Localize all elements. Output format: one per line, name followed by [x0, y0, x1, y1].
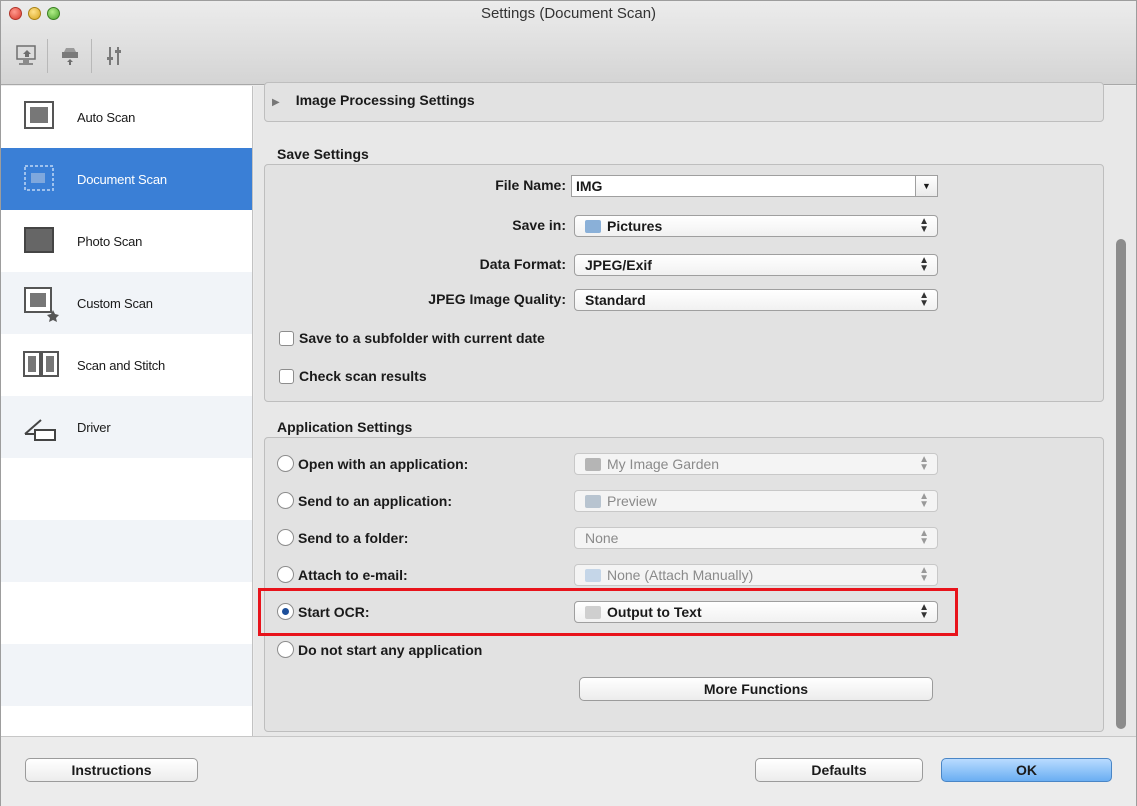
jpeg-quality-label: JPEG Image Quality: [428, 291, 566, 307]
jpeg-quality-popup[interactable]: Standard ▲ ▼ [574, 289, 938, 311]
radio-button[interactable] [277, 566, 294, 583]
data-format-label: Data Format: [479, 256, 566, 272]
sidebar-item-document-scan[interactable]: Document Scan [1, 148, 252, 210]
checkbox-box[interactable] [279, 330, 294, 346]
send-to-application-radio[interactable]: Send to an application: [277, 492, 452, 509]
preview-app-icon [585, 494, 601, 508]
auto-scan-icon [19, 95, 63, 139]
file-name-combobox[interactable]: IMG ▼ [571, 175, 938, 197]
sidebar-item-custom-scan[interactable]: Custom Scan [1, 272, 252, 334]
attach-to-email-value: None (Attach Manually) [607, 567, 754, 583]
sidebar-item-label: Scan and Stitch [77, 357, 166, 373]
toolbar-separator [47, 39, 48, 73]
up-down-arrows-icon: ▲ ▼ [919, 454, 929, 473]
subfolder-label: Save to a subfolder with current date [299, 330, 545, 346]
sidebar-empty-row [1, 582, 252, 644]
save-in-popup[interactable]: Pictures ▲ ▼ [574, 215, 938, 237]
up-down-arrows-icon: ▲ ▼ [919, 565, 929, 584]
checkbox-box[interactable] [279, 368, 294, 384]
check-scan-results-label: Check scan results [299, 368, 427, 384]
scan-and-stitch-icon [19, 343, 63, 387]
save-settings-title: Save Settings [277, 146, 369, 162]
send-to-application-label: Send to an application: [298, 492, 453, 509]
do-not-start-application-label: Do not start any application [298, 641, 483, 658]
send-to-folder-radio[interactable]: Send to a folder: [277, 529, 408, 546]
scan-type-sidebar: Auto Scan Document Scan Photo Scan Custo… [1, 86, 253, 736]
send-to-folder-value: None [585, 530, 619, 546]
sidebar-item-driver[interactable]: Driver [1, 396, 252, 458]
sidebar-item-auto-scan[interactable]: Auto Scan [1, 86, 252, 148]
custom-scan-icon [19, 281, 63, 325]
footer-bar: Instructions Defaults OK [1, 736, 1136, 806]
data-format-popup[interactable]: JPEG/Exif ▲ ▼ [574, 254, 938, 276]
up-down-arrows-icon: ▲ ▼ [919, 528, 929, 547]
photo-scan-icon [19, 219, 63, 263]
data-format-value: JPEG/Exif [585, 257, 652, 273]
disclosure-triangle-icon: ▶ [272, 96, 280, 108]
sidebar-item-scan-and-stitch[interactable]: Scan and Stitch [1, 334, 252, 396]
scan-from-panel-icon[interactable] [53, 39, 87, 73]
save-in-label: Save in: [512, 217, 566, 233]
open-with-application-popup[interactable]: My Image Garden ▲ ▼ [574, 453, 938, 475]
up-down-arrows-icon: ▲ ▼ [919, 290, 929, 309]
general-settings-icon[interactable] [97, 39, 131, 73]
sidebar-item-label: Photo Scan [77, 233, 143, 249]
up-down-arrows-icon: ▲ ▼ [919, 491, 929, 510]
sidebar-empty-row [1, 458, 252, 520]
instructions-button[interactable]: Instructions [25, 758, 198, 782]
save-in-value: Pictures [607, 218, 663, 234]
attach-to-email-label: Attach to e-mail: [298, 566, 408, 583]
sidebar-empty-row [1, 520, 252, 582]
open-with-application-value: My Image Garden [607, 456, 720, 472]
send-to-application-value: Preview [607, 493, 657, 509]
subfolder-checkbox[interactable]: Save to a subfolder with current date [279, 330, 545, 346]
chevron-down-icon[interactable]: ▼ [915, 176, 937, 196]
start-ocr-highlight [258, 588, 958, 636]
file-name-value: IMG [576, 178, 603, 194]
vertical-scrollbar[interactable] [1116, 239, 1126, 729]
application-settings-title: Application Settings [277, 419, 413, 435]
driver-icon [19, 405, 63, 449]
radio-button[interactable] [277, 529, 294, 546]
up-down-arrows-icon: ▲ ▼ [919, 255, 929, 274]
image-processing-disclosure[interactable]: ▶ Image Processing Settings [272, 92, 475, 108]
file-name-label: File Name: [495, 177, 566, 193]
more-functions-button[interactable]: More Functions [579, 677, 933, 701]
scan-from-computer-icon[interactable] [11, 39, 45, 73]
toolbar-separator [91, 39, 92, 73]
sidebar-item-label: Custom Scan [77, 295, 153, 311]
sidebar-item-photo-scan[interactable]: Photo Scan [1, 210, 252, 272]
folder-icon [585, 568, 601, 582]
ok-button[interactable]: OK [941, 758, 1112, 782]
check-scan-results-checkbox[interactable]: Check scan results [279, 368, 427, 384]
send-to-folder-popup[interactable]: None ▲ ▼ [574, 527, 938, 549]
settings-window: Settings (Document Scan) Auto Scan Docum… [0, 0, 1137, 806]
defaults-button[interactable]: Defaults [755, 758, 923, 782]
image-processing-label: Image Processing Settings [295, 92, 475, 108]
radio-button[interactable] [277, 492, 294, 509]
up-down-arrows-icon: ▲ ▼ [919, 216, 929, 235]
do-not-start-application-radio[interactable]: Do not start any application [277, 641, 482, 658]
open-with-application-label: Open with an application: [298, 455, 469, 472]
send-to-application-popup[interactable]: Preview ▲ ▼ [574, 490, 938, 512]
jpeg-quality-value: Standard [585, 292, 646, 308]
send-to-folder-label: Send to a folder: [298, 529, 409, 546]
sidebar-item-label: Auto Scan [77, 109, 136, 125]
radio-button[interactable] [277, 641, 294, 658]
sidebar-item-label: Driver [77, 419, 111, 435]
title-bar: Settings (Document Scan) [1, 1, 1136, 85]
radio-button[interactable] [277, 455, 294, 472]
attach-to-email-popup[interactable]: None (Attach Manually) ▲ ▼ [574, 564, 938, 586]
attach-to-email-radio[interactable]: Attach to e-mail: [277, 566, 408, 583]
sidebar-item-label: Document Scan [77, 171, 167, 187]
sidebar-empty-row [1, 644, 252, 706]
window-title: Settings (Document Scan) [480, 5, 657, 22]
document-scan-icon [19, 157, 63, 201]
save-settings-group [264, 164, 1104, 402]
my-image-garden-icon [585, 457, 601, 471]
settings-panel: ▶ Image Processing Settings Save Setting… [254, 82, 1136, 736]
folder-icon [585, 219, 601, 233]
open-with-application-radio[interactable]: Open with an application: [277, 455, 468, 472]
